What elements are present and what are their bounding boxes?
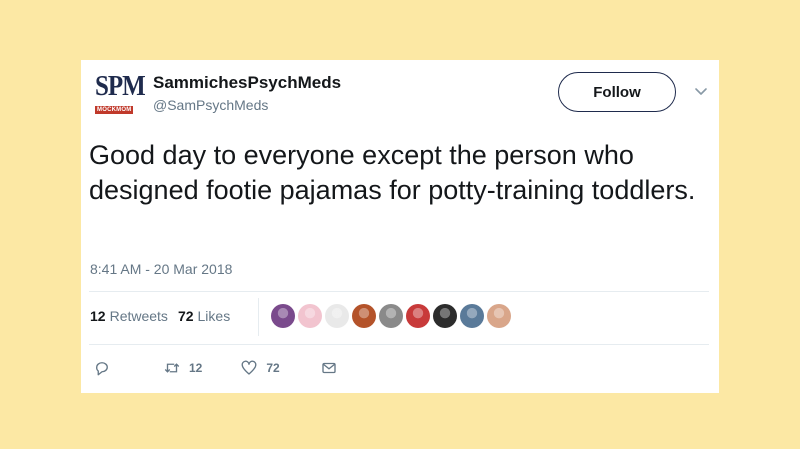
retweet-icon: [164, 363, 180, 373]
chevron-down-icon[interactable]: [694, 84, 708, 98]
account-handle[interactable]: @SamPsychMeds: [153, 97, 268, 113]
retweet-count: 12: [189, 361, 203, 375]
retweets-stat[interactable]: 12 Retweets: [90, 308, 168, 324]
follow-button[interactable]: Follow: [558, 72, 676, 112]
tweet-actions: 12 72: [93, 359, 338, 377]
divider: [89, 291, 709, 292]
liker-avatar[interactable]: [352, 304, 376, 328]
logo-text: SPM: [95, 70, 146, 102]
retweet-button[interactable]: 12: [163, 359, 202, 377]
display-name[interactable]: SammichesPsychMeds: [153, 73, 341, 93]
divider: [89, 344, 709, 345]
direct-message-button[interactable]: [320, 359, 338, 377]
tweet-card: SPM MOCKMOM SammichesPsychMeds @SamPsych…: [81, 60, 719, 393]
logo-subtext: MOCKMOM: [95, 106, 134, 114]
envelope-icon: [322, 362, 336, 374]
stats-separator: [258, 298, 259, 336]
liker-avatar[interactable]: [433, 304, 457, 328]
liker-avatar[interactable]: [298, 304, 322, 328]
liker-avatar[interactable]: [271, 304, 295, 328]
likes-label: Likes: [197, 308, 231, 324]
retweets-label: Retweets: [109, 308, 168, 324]
like-button[interactable]: 72: [240, 359, 280, 377]
likes-count: 72: [177, 308, 194, 324]
liker-avatars: [271, 304, 511, 328]
heart-icon: [241, 360, 257, 375]
liker-avatar[interactable]: [325, 304, 349, 328]
like-count: 72: [266, 361, 280, 375]
liker-avatar[interactable]: [406, 304, 430, 328]
likes-stat[interactable]: 72 Likes: [178, 308, 230, 324]
liker-avatar[interactable]: [487, 304, 511, 328]
engagement-stats: 12 Retweets 72 Likes: [90, 308, 230, 324]
reply-button[interactable]: [93, 359, 111, 377]
reply-icon: [96, 362, 108, 376]
tweet-text: Good day to everyone except the person w…: [89, 140, 696, 205]
liker-avatar[interactable]: [460, 304, 484, 328]
account-avatar[interactable]: SPM MOCKMOM: [95, 70, 146, 118]
liker-avatar[interactable]: [379, 304, 403, 328]
retweets-count: 12: [90, 308, 106, 324]
tweet-timestamp[interactable]: 8:41 AM - 20 Mar 2018: [90, 261, 232, 277]
